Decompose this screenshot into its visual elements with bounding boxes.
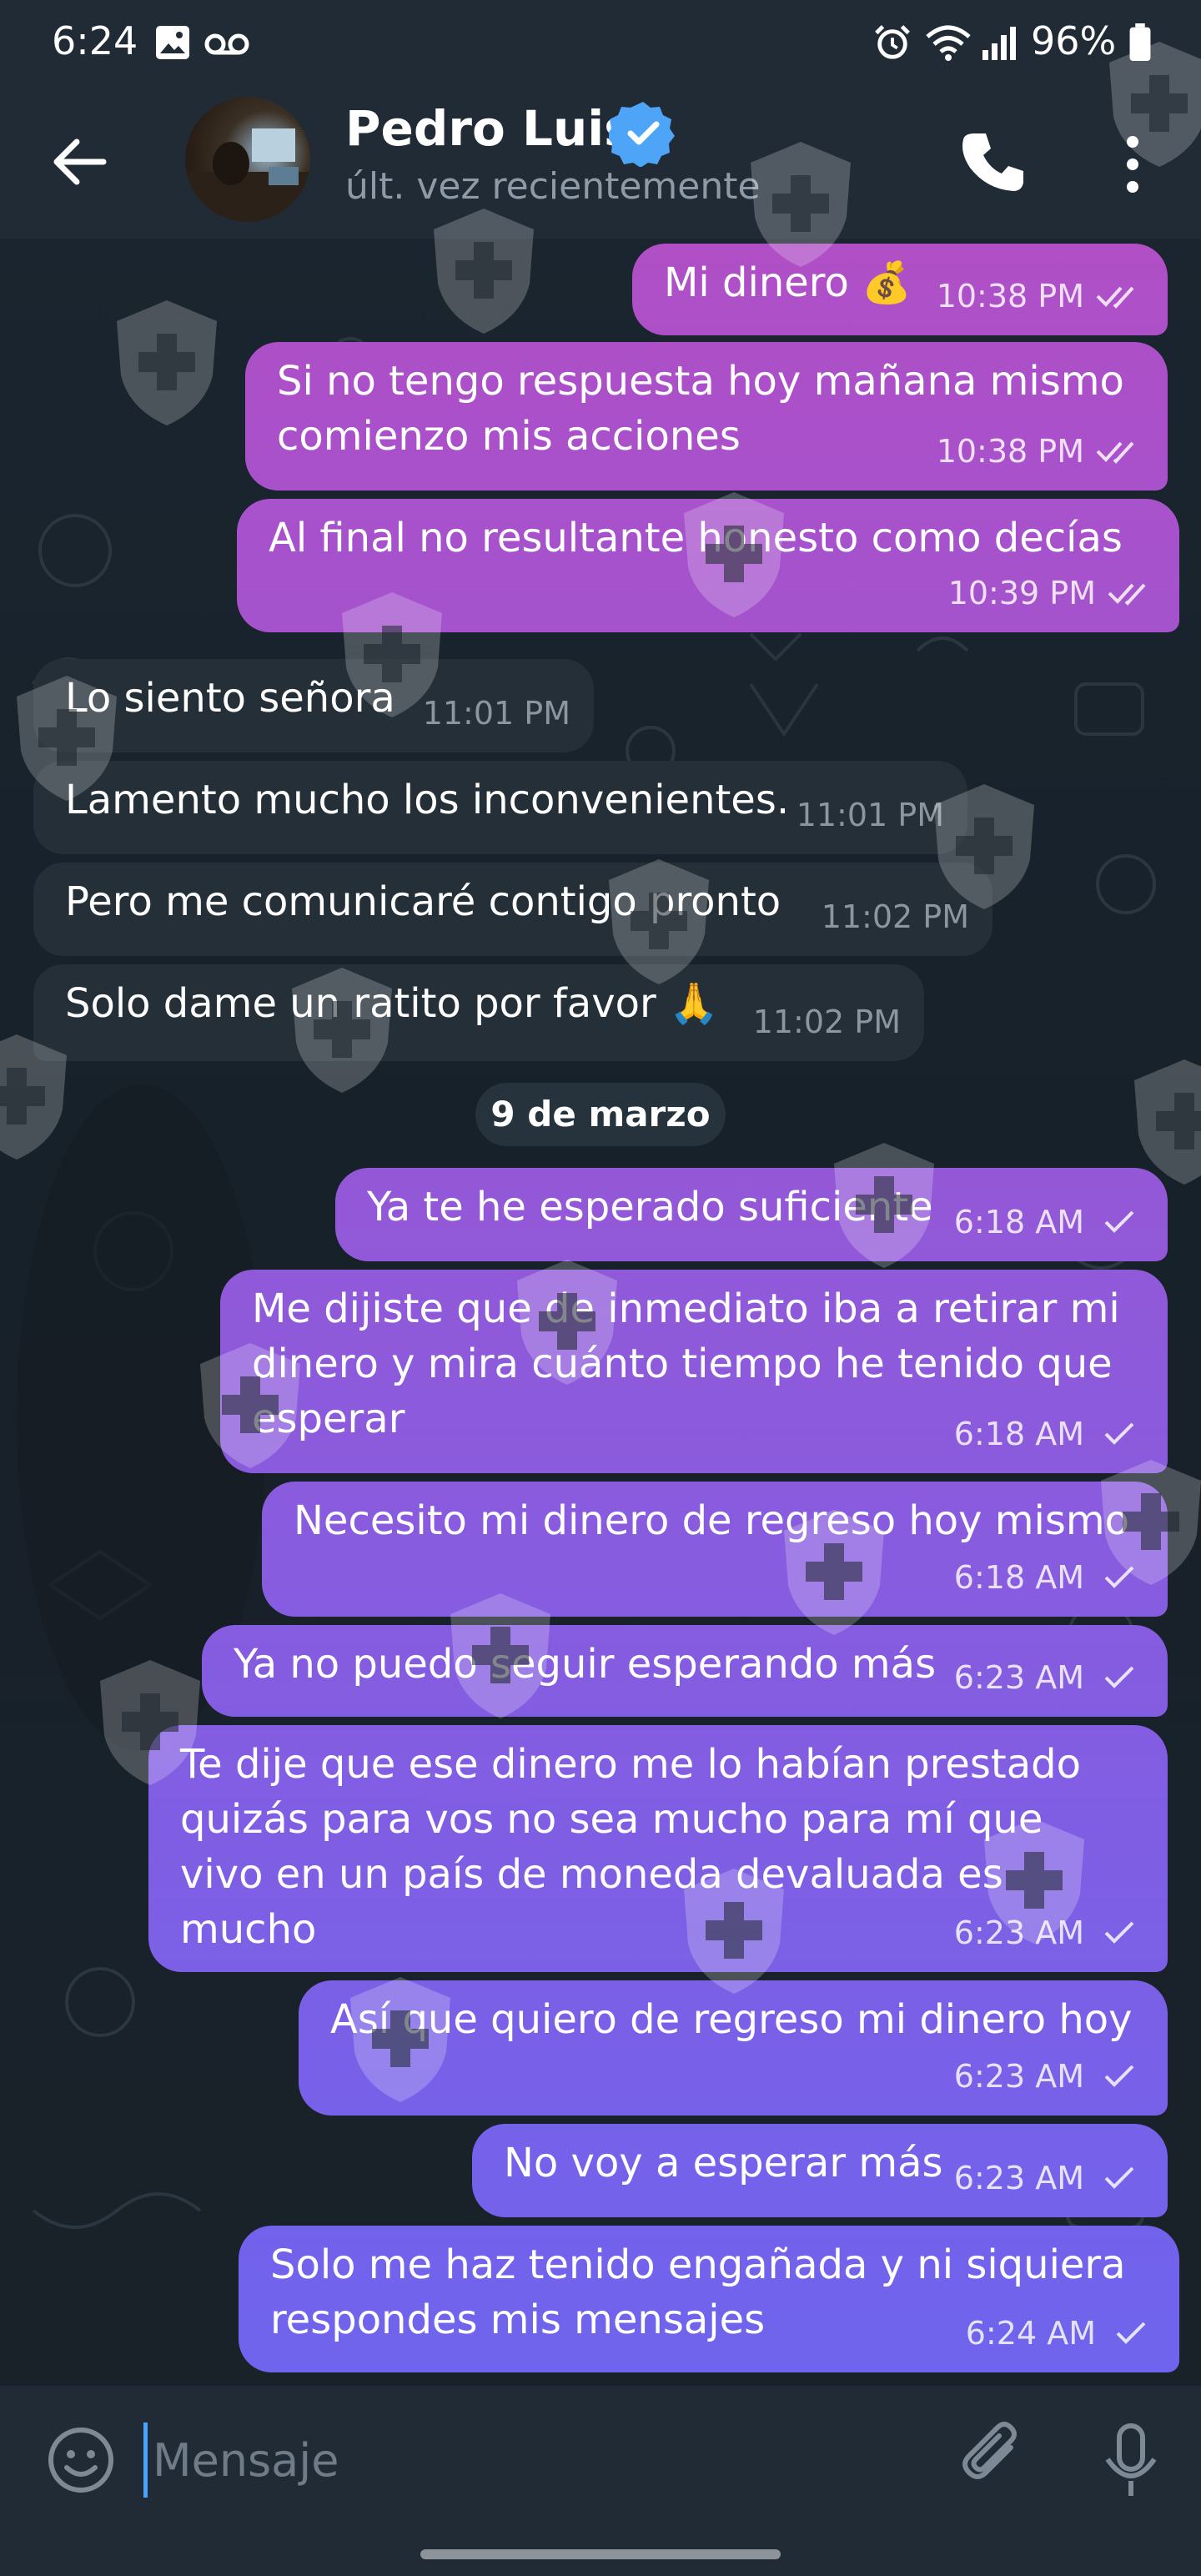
verified-badge-icon [609, 102, 675, 167]
message-time: 11:02 PM [752, 1004, 901, 1040]
message-time: 6:23 AM [953, 2160, 1084, 2196]
message-meta: 6:18 AM [954, 1550, 1144, 1605]
message-meta: 10:39 PM [948, 566, 1156, 621]
single-check-icon [1104, 1921, 1134, 1944]
message-meta: 6:18 AM [954, 1195, 1144, 1250]
date-separator: 9 de marzo [475, 1083, 726, 1146]
message-time: 6:18 AM [953, 1204, 1084, 1240]
message-time: 11:02 PM [821, 898, 969, 935]
outgoing-message[interactable]: Si no tengo respuesta hoy mañana mismo c… [245, 342, 1168, 491]
message-text: Así que quiero de regreso mi dinero hoy [330, 1996, 1133, 2043]
outgoing-message[interactable]: Al final no resultante honesto como decí… [237, 499, 1179, 632]
outgoing-message[interactable]: Solo me haz tenido engañada y ni siquier… [239, 2226, 1179, 2372]
outgoing-message[interactable]: Necesito mi dinero de regreso hoy mismo … [262, 1482, 1168, 1617]
outgoing-message[interactable]: Ya no puedo seguir esperando más 6:23 AM [202, 1625, 1168, 1717]
message-time: 10:38 PM [936, 433, 1084, 470]
double-check-icon [1108, 583, 1146, 606]
status-time: 6:24 [52, 18, 138, 63]
message-time: 6:18 AM [953, 1559, 1084, 1596]
message-time: 6:18 AM [953, 1416, 1084, 1452]
contact-name[interactable]: Pedro Luis [345, 100, 633, 157]
message-time: 6:23 AM [953, 2058, 1084, 2095]
message-time: 6:23 AM [953, 1659, 1084, 1696]
message-composer [0, 2386, 1201, 2576]
message-meta: 6:24 AM [966, 2306, 1156, 2361]
message-text: Necesito mi dinero de regreso hoy mismo [294, 1497, 1130, 1544]
image-icon [156, 26, 189, 59]
alarm-icon [875, 25, 910, 59]
single-check-icon [1104, 1666, 1134, 1688]
emoji-icon[interactable] [43, 2423, 118, 2498]
battery-percentage: 96% [1031, 18, 1117, 63]
message-meta: 11:01 PM [423, 686, 570, 741]
message-input[interactable] [143, 2423, 911, 2498]
double-check-icon [1096, 286, 1134, 309]
incoming-message[interactable]: Solo dame un ratito por favor 🙏 11:02 PM [33, 964, 924, 1061]
message-time: 11:01 PM [422, 695, 570, 732]
message-meta: 6:23 AM [954, 2049, 1144, 2104]
single-check-icon [1116, 2322, 1146, 2344]
single-check-icon [1104, 1422, 1134, 1445]
single-check-icon [1104, 1210, 1134, 1233]
message-meta: 11:02 PM [822, 889, 969, 944]
avatar[interactable] [185, 97, 310, 222]
outgoing-message[interactable]: Te dije que ese dinero me lo habían pres… [148, 1725, 1168, 1972]
outgoing-message[interactable]: Así que quiero de regreso mi dinero hoy … [299, 1980, 1168, 2116]
message-meta: 10:38 PM [937, 424, 1144, 479]
message-list: Mi dinero 💰 10:38 PM Si no tengo respues… [0, 239, 1201, 2386]
back-arrow-icon[interactable] [47, 128, 113, 195]
incoming-message[interactable]: Lamento mucho los inconvenientes. 11:01 … [33, 761, 967, 854]
single-check-icon [1104, 1566, 1134, 1588]
last-seen-status: últ. vez recientemente [345, 165, 761, 208]
message-time: 11:01 PM [796, 797, 944, 833]
message-time: 6:23 AM [953, 1914, 1084, 1951]
microphone-icon[interactable] [1098, 2419, 1164, 2503]
message-meta: 11:02 PM [753, 994, 901, 1049]
attachment-icon[interactable] [957, 2419, 1033, 2503]
message-meta: 6:18 AM [954, 1406, 1144, 1462]
outgoing-message[interactable]: Me dijiste que de inmediato iba a retira… [220, 1270, 1168, 1473]
message-meta: 6:23 AM [954, 1905, 1144, 1960]
more-options-icon[interactable] [1109, 128, 1156, 200]
message-text: Al final no resultante honesto como decí… [269, 515, 1123, 561]
single-check-icon [1104, 2166, 1134, 2189]
signal-icon [982, 27, 1016, 60]
outgoing-message[interactable]: Mi dinero 💰 10:38 PM [632, 244, 1168, 335]
incoming-message[interactable]: Pero me comunicaré contigo pronto 11:02 … [33, 863, 992, 956]
message-meta: 6:23 AM [954, 1650, 1144, 1705]
incoming-message[interactable]: Lo siento señora 11:01 PM [33, 659, 594, 752]
battery-icon [1129, 23, 1151, 62]
single-check-icon [1104, 2065, 1134, 2087]
message-time: 10:39 PM [947, 575, 1096, 611]
home-indicator[interactable] [420, 2549, 781, 2559]
message-meta: 6:23 AM [954, 2151, 1144, 2206]
outgoing-message[interactable]: Ya te he esperado suficiente 6:18 AM [335, 1168, 1168, 1261]
outgoing-message[interactable]: No voy a esperar más 6:23 AM [472, 2124, 1168, 2217]
message-meta: 10:38 PM [937, 269, 1144, 324]
status-bar: 6:24 96% [0, 0, 1201, 92]
message-time: 6:24 AM [965, 2315, 1096, 2352]
message-meta: 11:01 PM [796, 787, 944, 843]
wifi-icon [926, 25, 971, 61]
voicemail-icon [204, 33, 249, 55]
message-time: 10:38 PM [936, 278, 1084, 314]
chat-header: Pedro Luis últ. vez recientemente [0, 92, 1201, 239]
double-check-icon [1096, 441, 1134, 464]
phone-call-icon[interactable] [957, 127, 1029, 199]
